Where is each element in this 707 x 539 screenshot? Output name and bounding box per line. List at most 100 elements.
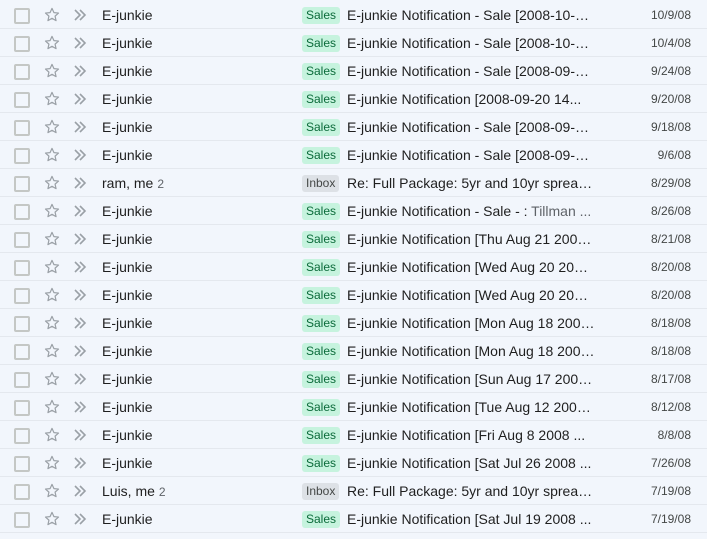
label-badge[interactable]: Inbox (302, 175, 340, 192)
star-icon[interactable] (42, 510, 62, 528)
label-badge[interactable]: Sales (302, 91, 341, 108)
importance-marker-icon[interactable] (72, 512, 90, 526)
importance-marker-icon[interactable] (72, 36, 90, 50)
checkbox-icon[interactable] (14, 344, 30, 360)
email-row[interactable]: E-junkie Sales E-junkie Notification [Th… (0, 225, 707, 253)
email-row[interactable]: E-junkie Sales E-junkie Notification - S… (0, 57, 707, 85)
email-row[interactable]: E-junkie Sales E-junkie Notification [We… (0, 281, 707, 309)
star-icon[interactable] (42, 286, 62, 304)
checkbox-icon[interactable] (14, 288, 30, 304)
checkbox-icon[interactable] (14, 512, 30, 528)
importance-marker-icon[interactable] (72, 8, 90, 22)
email-date: 8/29/08 (650, 176, 691, 190)
importance-marker-icon[interactable] (72, 456, 90, 470)
subject-text: Re: Full Package: 5yr and 10yr spreads .… (347, 175, 595, 191)
checkbox-icon[interactable] (14, 64, 30, 80)
email-row[interactable]: E-junkie Sales E-junkie Notification [Su… (0, 365, 707, 393)
star-icon[interactable] (42, 174, 62, 192)
email-row[interactable]: E-junkie Sales E-junkie Notification - S… (0, 197, 707, 225)
star-icon[interactable] (42, 426, 62, 444)
email-row[interactable]: E-junkie Sales E-junkie Notification [20… (0, 85, 707, 113)
importance-marker-icon[interactable] (72, 400, 90, 414)
email-row[interactable]: E-junkie Sales E-junkie Notification [Fr… (0, 421, 707, 449)
email-row[interactable]: E-junkie Sales E-junkie Notification - S… (0, 113, 707, 141)
email-row[interactable]: E-junkie Sales E-junkie Notification [Sa… (0, 505, 707, 533)
label-badge[interactable]: Sales (302, 287, 341, 304)
label-badge[interactable]: Sales (302, 119, 341, 136)
label-badge[interactable]: Sales (302, 315, 341, 332)
checkbox-icon[interactable] (14, 316, 30, 332)
email-row[interactable]: E-junkie Sales E-junkie Notification - S… (0, 141, 707, 169)
email-row[interactable]: E-junkie Sales E-junkie Notification [Sa… (0, 449, 707, 477)
label-badge[interactable]: Sales (302, 399, 341, 416)
subject-text: E-junkie Notification [Wed Aug 20 2008 .… (347, 287, 595, 303)
email-date: 8/21/08 (650, 232, 691, 246)
email-row[interactable]: E-junkie Sales E-junkie Notification [Mo… (0, 337, 707, 365)
star-icon[interactable] (42, 62, 62, 80)
checkbox-icon[interactable] (14, 204, 30, 220)
checkbox-icon[interactable] (14, 260, 30, 276)
label-badge[interactable]: Sales (302, 63, 341, 80)
label-badge[interactable]: Sales (302, 203, 341, 220)
label-badge[interactable]: Sales (302, 371, 341, 388)
label-badge[interactable]: Sales (302, 7, 341, 24)
star-icon[interactable] (42, 342, 62, 360)
checkbox-icon[interactable] (14, 92, 30, 108)
label-badge[interactable]: Inbox (302, 483, 340, 500)
importance-marker-icon[interactable] (72, 428, 90, 442)
importance-marker-icon[interactable] (72, 64, 90, 78)
email-row[interactable]: E-junkie Sales E-junkie Notification [Tu… (0, 393, 707, 421)
checkbox-icon[interactable] (14, 8, 30, 24)
importance-marker-icon[interactable] (72, 232, 90, 246)
label-badge[interactable]: Sales (302, 511, 341, 528)
star-icon[interactable] (42, 34, 62, 52)
checkbox-icon[interactable] (14, 456, 30, 472)
email-row[interactable]: E-junkie Sales E-junkie Notification - S… (0, 29, 707, 57)
label-badge[interactable]: Sales (302, 259, 341, 276)
email-row[interactable]: E-junkie Sales E-junkie Notification - S… (0, 1, 707, 29)
star-icon[interactable] (42, 90, 62, 108)
checkbox-icon[interactable] (14, 36, 30, 52)
email-row[interactable]: ram, me 2 Inbox Re: Full Package: 5yr and… (0, 169, 707, 197)
star-icon[interactable] (42, 398, 62, 416)
label-badge[interactable]: Sales (302, 455, 341, 472)
star-icon[interactable] (42, 258, 62, 276)
star-icon[interactable] (42, 370, 62, 388)
label-badge[interactable]: Sales (302, 231, 341, 248)
label-badge[interactable]: Sales (302, 343, 341, 360)
checkbox-icon[interactable] (14, 428, 30, 444)
importance-marker-icon[interactable] (72, 260, 90, 274)
label-badge[interactable]: Sales (302, 35, 341, 52)
importance-marker-icon[interactable] (72, 176, 90, 190)
checkbox-icon[interactable] (14, 372, 30, 388)
sender-text: E-junkie (102, 91, 153, 107)
importance-marker-icon[interactable] (72, 288, 90, 302)
star-icon[interactable] (42, 230, 62, 248)
email-row[interactable]: E-junkie Sales E-junkie Notification [We… (0, 253, 707, 281)
importance-marker-icon[interactable] (72, 372, 90, 386)
star-icon[interactable] (42, 482, 62, 500)
importance-marker-icon[interactable] (72, 484, 90, 498)
star-icon[interactable] (42, 202, 62, 220)
importance-marker-icon[interactable] (72, 344, 90, 358)
star-icon[interactable] (42, 6, 62, 24)
importance-marker-icon[interactable] (72, 204, 90, 218)
star-icon[interactable] (42, 146, 62, 164)
checkbox-icon[interactable] (14, 484, 30, 500)
checkbox-icon[interactable] (14, 176, 30, 192)
email-row[interactable]: E-junkie Sales E-junkie Notification [Mo… (0, 309, 707, 337)
checkbox-icon[interactable] (14, 232, 30, 248)
checkbox-icon[interactable] (14, 148, 30, 164)
importance-marker-icon[interactable] (72, 120, 90, 134)
email-row[interactable]: Luis, me 2 Inbox Re: Full Package: 5yr an… (0, 477, 707, 505)
star-icon[interactable] (42, 314, 62, 332)
label-badge[interactable]: Sales (302, 147, 341, 164)
checkbox-icon[interactable] (14, 120, 30, 136)
label-badge[interactable]: Sales (302, 427, 341, 444)
importance-marker-icon[interactable] (72, 148, 90, 162)
importance-marker-icon[interactable] (72, 316, 90, 330)
checkbox-icon[interactable] (14, 400, 30, 416)
importance-marker-icon[interactable] (72, 92, 90, 106)
star-icon[interactable] (42, 454, 62, 472)
star-icon[interactable] (42, 118, 62, 136)
